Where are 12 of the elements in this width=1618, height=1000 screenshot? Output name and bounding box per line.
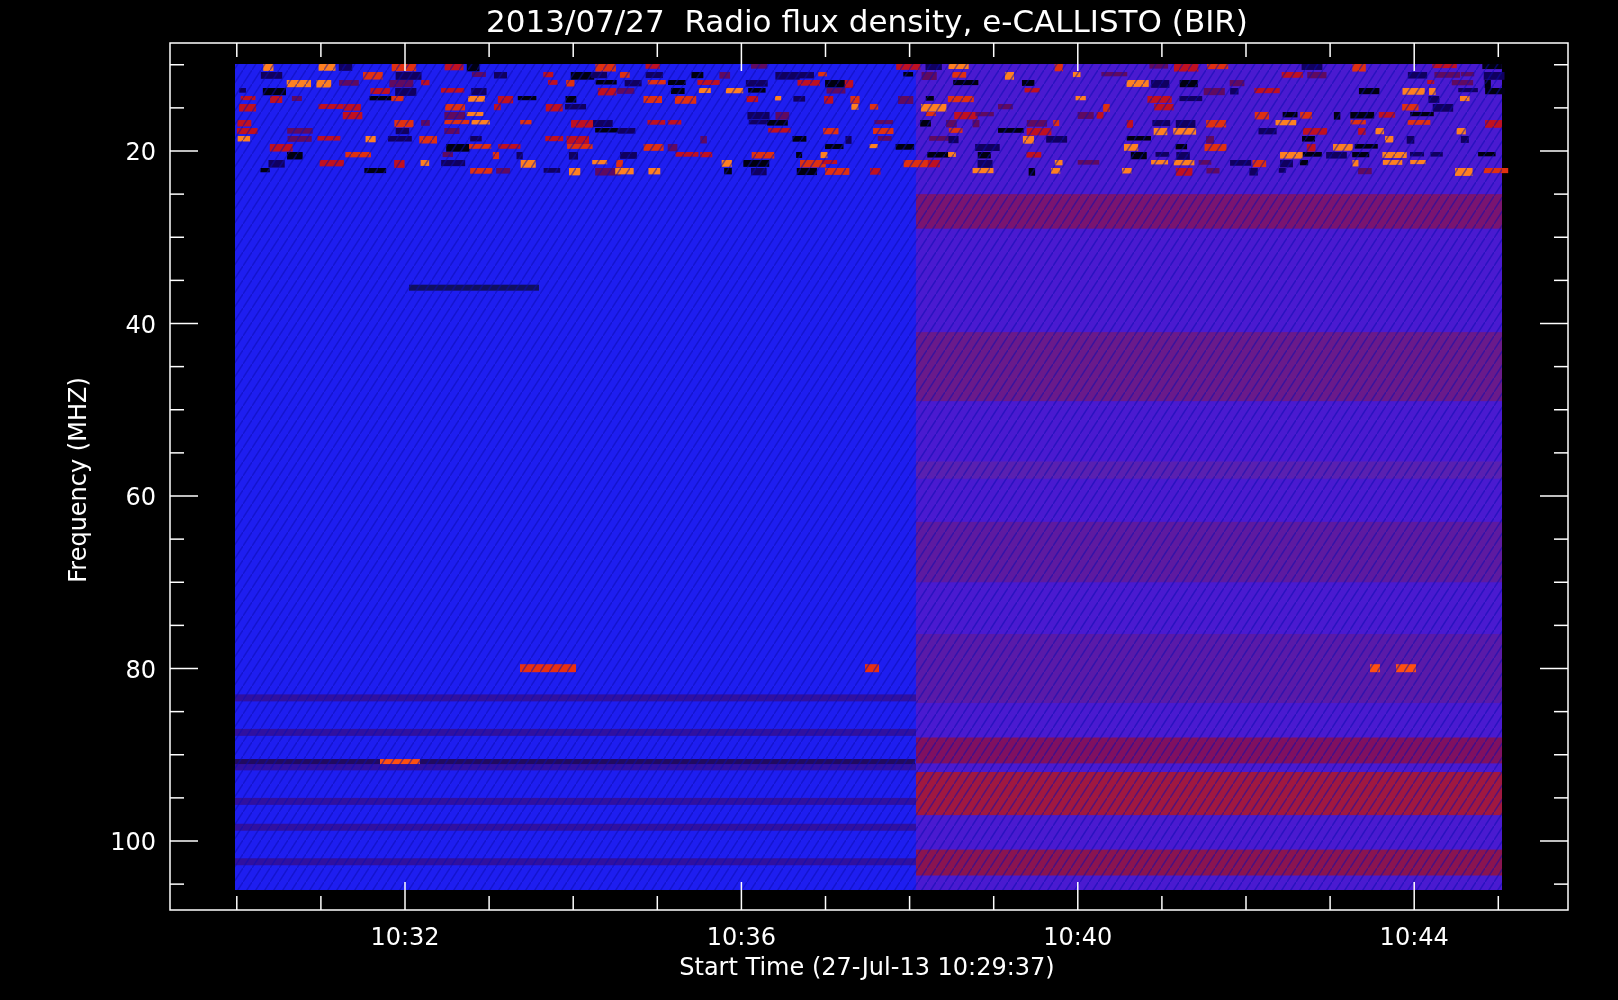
tick-label: 20 [125,138,156,166]
tick-label: 80 [125,655,156,684]
axis-label: Frequency (MHZ) [64,377,92,583]
tick-label: 60 [125,483,156,511]
chart-title: 2013/07/27 Radio flux density, e-CALLISTO (BIR) [486,3,1248,39]
tick-label: 40 [125,310,156,339]
tick-label: 10:36 [706,923,776,951]
axis-label: Start Time (27-Jul-13 10:29:37) [679,953,1055,981]
tick-label: 10:40 [1043,923,1113,951]
tick-label: 100 [110,828,156,856]
tick-label: 10:32 [370,923,440,951]
tick-label: 10:44 [1379,923,1449,951]
